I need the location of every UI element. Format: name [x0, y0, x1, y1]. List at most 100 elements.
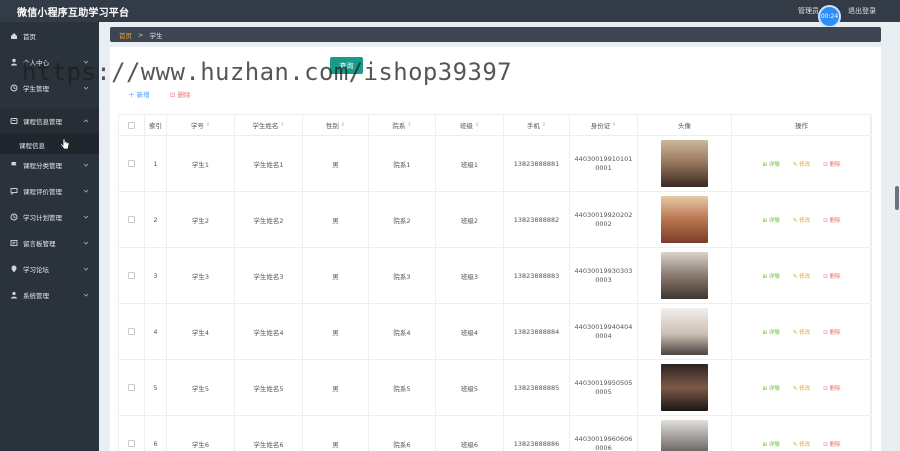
breadcrumb-home[interactable]: 首页 — [119, 30, 132, 40]
cell-student_no: 学生3 — [167, 248, 235, 303]
column-header-ops[interactable]: 操作 — [732, 115, 872, 135]
sidebar-item-course-category-management[interactable]: 课程分类管理 — [0, 152, 99, 178]
detail-button[interactable]: ⊞ 详情 — [762, 440, 779, 448]
sort-icon[interactable]: ⇕ — [341, 122, 345, 128]
sort-icon[interactable]: ⇕ — [280, 122, 284, 128]
sidebar-item-system-management[interactable]: 系统管理 — [0, 282, 99, 308]
select-all-checkbox[interactable] — [128, 121, 135, 129]
sort-icon[interactable]: ⇕ — [542, 122, 546, 128]
sidebar-item-label: 学习论坛 — [23, 266, 49, 274]
cell-phone: 13823888884 — [504, 304, 570, 359]
detail-button[interactable]: ⊞ 详情 — [762, 384, 779, 392]
table-row: 6 学生6 学生姓名6 男院系6 班级6 13823888886 4403001996060… — [118, 416, 872, 451]
column-header-class[interactable]: 班级 ⇕ — [436, 115, 504, 135]
detail-button[interactable]: ⊞ 详情 — [762, 272, 779, 280]
column-header-index[interactable]: 索引 — [145, 115, 167, 135]
sidebar-item-course-review-management[interactable]: 课程评价管理 — [0, 178, 99, 204]
cell-dept: 院系5 — [369, 360, 436, 415]
row-checkbox[interactable] — [128, 216, 135, 223]
cell-student_no: 学生4 — [167, 304, 235, 359]
column-header-name[interactable]: 学生姓名 ⇕ — [235, 115, 303, 135]
cell-dept: 院系2 — [369, 192, 436, 247]
delete-button[interactable]: ⊡ 删除 — [823, 272, 840, 280]
chat-icon — [10, 187, 18, 195]
sidebar-item-study-forum[interactable]: 学习论坛 — [0, 256, 99, 282]
detail-button[interactable]: ⊞ 详情 — [762, 160, 779, 168]
edit-label: 修改 — [799, 217, 811, 224]
chevron-down-icon — [83, 188, 89, 194]
timer-badge: 00:24 — [818, 5, 841, 28]
edit-button[interactable]: ✎ 修改 — [793, 160, 810, 168]
column-header-label: 索引 — [149, 122, 162, 130]
avatar — [661, 308, 708, 355]
column-header-label: 身份证 — [590, 122, 611, 130]
edit-button[interactable]: ✎ 修改 — [793, 440, 810, 448]
cell-index: 1 — [145, 136, 167, 191]
row-checkbox[interactable] — [128, 440, 135, 447]
detail-button[interactable]: ⊞ 详情 — [762, 216, 779, 224]
sidebar-item-study-plan-management[interactable]: 学习计划管理 — [0, 204, 99, 230]
sort-icon[interactable]: ⇕ — [206, 122, 210, 128]
row-checkbox[interactable] — [128, 384, 135, 391]
add-button[interactable]: ＋ 新增 — [128, 89, 150, 99]
sort-icon[interactable]: ⇕ — [407, 122, 411, 128]
sort-icon[interactable]: ⇕ — [475, 122, 479, 128]
scrollbar-thumb[interactable] — [895, 186, 899, 210]
cell-name: 学生姓名3 — [235, 248, 303, 303]
sidebar-item-personal-center[interactable]: 个人中心 — [0, 49, 99, 75]
avatar-cell — [638, 136, 732, 191]
delete-button[interactable]: ⊡ 删除 — [823, 328, 840, 336]
edit-button[interactable]: ✎ 修改 — [793, 328, 810, 336]
delete-button[interactable]: ⊡ 删除 — [823, 384, 840, 392]
edit-button[interactable]: ✎ 修改 — [793, 272, 810, 280]
row-checkbox[interactable] — [128, 272, 135, 279]
sidebar-item-course-info-management[interactable]: 课程信息管理 — [0, 108, 99, 134]
user-group-icon — [10, 291, 18, 299]
chevron-down-icon — [83, 292, 89, 298]
delete-button[interactable]: ⊡ 删除 — [823, 216, 840, 224]
cell-idcard: 440300199505050005 — [570, 360, 638, 415]
sidebar-item-label: 留言板管理 — [23, 240, 56, 248]
row-checkbox[interactable] — [128, 160, 135, 167]
cell-index: 5 — [145, 360, 167, 415]
cell-index: 4 — [145, 304, 167, 359]
sort-icon[interactable]: ⇕ — [612, 122, 616, 128]
column-header-student_no[interactable]: 学号 ⇕ — [167, 115, 235, 135]
search-button[interactable]: 查询 — [330, 57, 363, 74]
cell-name: 学生姓名1 — [235, 136, 303, 191]
row-actions: ⊞ 详情 ✎ 修改 ⊡ 删除 — [732, 136, 872, 191]
edit-button[interactable]: ✎ 修改 — [793, 384, 810, 392]
avatar-cell — [638, 248, 732, 303]
column-header-avatar[interactable]: 头像 — [638, 115, 732, 135]
cell-class: 班级6 — [436, 416, 504, 451]
row-select-cell — [119, 304, 145, 359]
sidebar-item-message-board-management[interactable]: 留言板管理 — [0, 230, 99, 256]
delete-label: 删除 — [829, 161, 841, 168]
column-header-label: 班级 — [459, 122, 473, 130]
row-select-cell — [119, 136, 145, 191]
column-header-gender[interactable]: 性别 ⇕ — [303, 115, 369, 135]
sidebar-subitem-course-info[interactable]: 课程信息 — [0, 134, 99, 154]
batch-delete-button[interactable]: ⊡ 删除 — [170, 89, 191, 99]
delete-label: 删除 — [829, 217, 841, 224]
cell-index: 3 — [145, 248, 167, 303]
row-checkbox[interactable] — [128, 328, 135, 335]
delete-button[interactable]: ⊡ 删除 — [823, 440, 840, 448]
table-header: 索引 学号 ⇕ 学生姓名 ⇕ 性别 ⇕ 院系 ⇕ 班级 ⇕ 手机 ⇕ 身份证 ⇕ 头像 操作 — [118, 114, 872, 136]
column-header-idcard[interactable]: 身份证 ⇕ — [570, 115, 638, 135]
cell-student_no: 学生6 — [167, 416, 235, 451]
delete-button[interactable]: ⊡ 删除 — [823, 160, 840, 168]
edit-button[interactable]: ✎ 修改 — [793, 216, 810, 224]
avatar — [661, 364, 708, 411]
cell-gender: 男 — [303, 360, 369, 415]
column-header-phone[interactable]: 手机 ⇕ — [504, 115, 570, 135]
sidebar-item-student-management[interactable]: 学生管理 — [0, 75, 99, 101]
column-header-dept[interactable]: 院系 ⇕ — [369, 115, 436, 135]
chevron-down-icon — [83, 59, 89, 65]
cell-phone: 13823888883 — [504, 248, 570, 303]
logout-button[interactable]: 退出登录 — [848, 6, 876, 16]
edit-label: 修改 — [799, 161, 811, 168]
detail-button[interactable]: ⊞ 详情 — [762, 328, 779, 336]
cell-phone: 13823888886 — [504, 416, 570, 451]
sidebar-item-home[interactable]: 首页 — [0, 23, 99, 49]
